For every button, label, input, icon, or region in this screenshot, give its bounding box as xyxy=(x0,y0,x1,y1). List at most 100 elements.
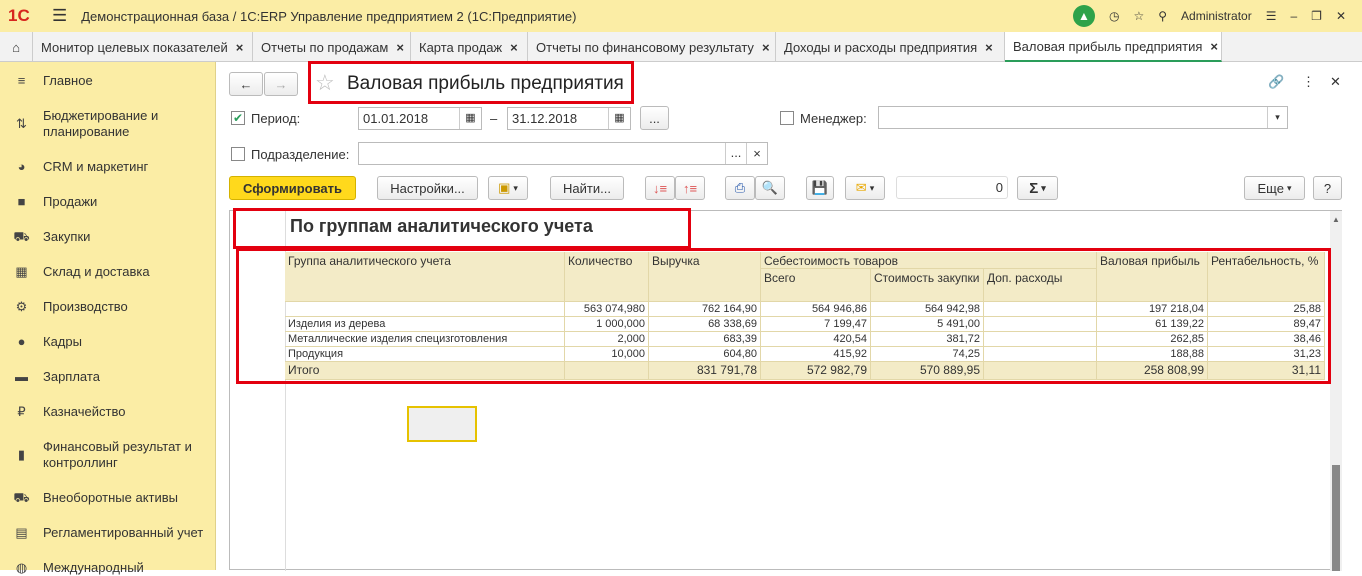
restore-icon[interactable]: ❐ xyxy=(1311,9,1322,23)
scroll-up-icon[interactable]: ▲ xyxy=(1332,215,1340,224)
selected-cell[interactable] xyxy=(407,406,477,442)
sidebar-item-label: Казначейство xyxy=(43,404,126,419)
calendar-icon[interactable]: ▦ xyxy=(608,108,630,129)
sidebar-item-international[interactable]: ◍ Международный xyxy=(0,560,216,576)
sidebar-item-salary[interactable]: ▬ Зарплата xyxy=(0,369,216,385)
period-checkbox[interactable]: ✔ xyxy=(231,111,245,125)
scrollbar-thumb[interactable] xyxy=(1332,465,1340,571)
manager-checkbox[interactable] xyxy=(780,111,794,125)
tab-sales-reports[interactable]: Отчеты по продажам × xyxy=(253,32,411,62)
close-form-icon[interactable]: ✕ xyxy=(1330,74,1341,90)
sidebar-item-label: Бюджетирование и планирование xyxy=(43,108,159,139)
budget-icon: ⇅ xyxy=(16,116,27,131)
globe-icon: ◍ xyxy=(15,560,28,575)
division-checkbox[interactable] xyxy=(231,147,245,161)
print-icon[interactable]: ⎙ xyxy=(725,176,755,200)
close-tab-icon[interactable]: × xyxy=(510,40,518,55)
sidebar-item-treasury[interactable]: ₽ Казначейство xyxy=(0,404,216,420)
sum-field[interactable]: 0 xyxy=(896,176,1008,199)
forward-button[interactable]: → xyxy=(264,72,298,96)
highlight-report-title xyxy=(233,208,691,249)
send-email-button[interactable]: ✉ ▾ xyxy=(845,176,885,200)
tab-financial-reports[interactable]: Отчеты по финансовому результату × xyxy=(528,32,776,62)
more-button[interactable]: Еще ▾ xyxy=(1244,176,1305,200)
bag-icon: ■ xyxy=(17,194,26,209)
sidebar-item-sales[interactable]: ■ Продажи xyxy=(0,194,216,210)
document-icon: ▤ xyxy=(15,525,28,540)
search-icon[interactable]: ⚲ xyxy=(1158,9,1167,23)
home-icon[interactable]: ⌂ xyxy=(0,32,33,62)
history-icon[interactable]: ◷ xyxy=(1109,9,1119,23)
tab-label: Доходы и расходы предприятия xyxy=(784,39,978,55)
sum-button[interactable]: Σ ▾ xyxy=(1017,176,1058,200)
sidebar-item-label: Склад и доставка xyxy=(43,264,150,279)
pie-icon: ◕ xyxy=(17,159,26,174)
sidebar-item-label: CRM и маркетинг xyxy=(43,159,149,174)
back-button[interactable]: ← xyxy=(229,72,263,96)
cart-icon: ⛟ xyxy=(13,229,30,244)
print-preview-icon[interactable]: 🔍 xyxy=(755,176,785,200)
date-to-field[interactable]: 31.12.2018 ▦ xyxy=(507,107,631,130)
close-tab-icon[interactable]: × xyxy=(1210,39,1218,54)
settings-button[interactable]: Настройки... xyxy=(377,176,478,200)
settings-menu-icon[interactable]: ☰ xyxy=(1266,9,1277,23)
notifications-icon[interactable]: ▲ xyxy=(1072,5,1095,27)
help-button[interactable]: ? xyxy=(1313,176,1342,200)
dropdown-icon: ▾ xyxy=(869,182,875,193)
more-label: Еще xyxy=(1257,180,1284,196)
tab-label: Отчеты по продажам xyxy=(261,39,389,55)
select-button[interactable]: ... xyxy=(725,143,746,164)
sidebar-item-production[interactable]: ⚙ Производство xyxy=(0,299,216,315)
sidebar-item-budgeting[interactable]: ⇅ Бюджетирование и планирование xyxy=(0,108,216,140)
sidebar-item-warehouse[interactable]: ▦ Склад и доставка xyxy=(0,264,216,280)
more-menu-icon[interactable]: ⋮ xyxy=(1302,74,1315,90)
calendar-icon[interactable]: ▦ xyxy=(459,108,481,129)
date-from-value: 01.01.2018 xyxy=(363,111,429,126)
division-label: Подразделение: xyxy=(251,147,350,162)
save-icon[interactable]: 💾 xyxy=(806,176,834,200)
sidebar-item-regulated[interactable]: ▤ Регламентированный учет xyxy=(0,525,216,541)
highlight-report-table xyxy=(236,248,1331,384)
sidebar-item-label: Кадры xyxy=(43,334,82,349)
highlight-title xyxy=(308,61,634,104)
close-tab-icon[interactable]: × xyxy=(396,40,404,55)
minimize-icon[interactable]: – xyxy=(1290,9,1297,23)
link-icon[interactable]: 🔗 xyxy=(1268,74,1284,90)
close-tab-icon[interactable]: × xyxy=(762,40,770,55)
sidebar-item-main[interactable]: ≡ Главное xyxy=(0,73,216,89)
main-menu-icon[interactable]: ☰ xyxy=(52,6,67,26)
sidebar-item-crm[interactable]: ◕ CRM и маркетинг xyxy=(0,159,216,175)
user-name[interactable]: Administrator xyxy=(1181,9,1252,23)
sidebar-item-purchases[interactable]: ⛟ Закупки xyxy=(0,229,216,245)
sidebar-item-financial[interactable]: ▮ Финансовый результат и контроллинг xyxy=(0,439,216,471)
period-select-button[interactable]: ... xyxy=(640,106,669,130)
favorites-icon[interactable]: ☆ xyxy=(1133,9,1144,23)
find-button[interactable]: Найти... xyxy=(550,176,624,200)
person-icon: ● xyxy=(17,334,26,349)
tab-monitor[interactable]: Монитор целевых показателей × xyxy=(33,32,253,62)
sort-ascending-icon[interactable]: ↑≡ xyxy=(675,176,705,200)
tab-income-expenses[interactable]: Доходы и расходы предприятия × xyxy=(776,32,1005,62)
dropdown-icon[interactable]: ▾ xyxy=(1267,107,1287,128)
scrollbar[interactable]: ▲ xyxy=(1330,211,1342,571)
sidebar-item-fixed-assets[interactable]: ⛟ Внеоборотные активы xyxy=(0,490,216,506)
date-from-field[interactable]: 01.01.2018 ▦ xyxy=(358,107,482,130)
sidebar-item-hr[interactable]: ● Кадры xyxy=(0,334,216,350)
period-dash: – xyxy=(490,111,498,126)
tab-label: Карта продаж xyxy=(419,39,503,55)
variants-button[interactable]: ▣ ▾ xyxy=(488,176,528,200)
close-tab-icon[interactable]: × xyxy=(236,40,244,55)
tab-gross-profit[interactable]: Валовая прибыль предприятия × xyxy=(1005,32,1222,62)
date-to-value: 31.12.2018 xyxy=(512,111,578,126)
close-tab-icon[interactable]: × xyxy=(985,40,993,55)
generate-button[interactable]: Сформировать xyxy=(229,176,356,200)
grid-icon: ▦ xyxy=(15,264,28,279)
close-icon[interactable]: ✕ xyxy=(1336,9,1346,23)
division-field[interactable]: ... × xyxy=(358,142,768,165)
ruble-icon: ₽ xyxy=(17,404,26,419)
manager-field[interactable]: ▾ xyxy=(878,106,1288,129)
clear-icon[interactable]: × xyxy=(746,143,767,164)
tab-sales-map[interactable]: Карта продаж × xyxy=(411,32,528,62)
sidebar-item-label: Международный xyxy=(43,560,144,575)
sort-descending-icon[interactable]: ↓≡ xyxy=(645,176,675,200)
